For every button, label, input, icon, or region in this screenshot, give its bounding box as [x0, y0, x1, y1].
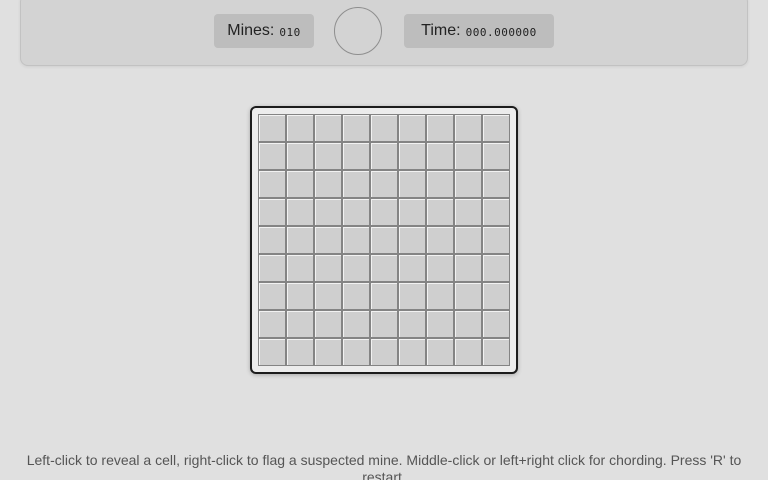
time-label: Time: — [421, 22, 461, 39]
board-cell[interactable] — [370, 338, 398, 366]
board-cell[interactable] — [398, 338, 426, 366]
board-cell[interactable] — [314, 114, 342, 142]
board-cell[interactable] — [314, 338, 342, 366]
reset-face-button[interactable] — [334, 7, 382, 55]
board-cell[interactable] — [426, 338, 454, 366]
board-cell[interactable] — [426, 282, 454, 310]
board-cell[interactable] — [454, 114, 482, 142]
mines-counter: Mines: 010 — [214, 14, 314, 48]
board-cell[interactable] — [454, 282, 482, 310]
board-cell[interactable] — [258, 142, 286, 170]
board-cell[interactable] — [342, 142, 370, 170]
board-cell[interactable] — [314, 254, 342, 282]
board-cell[interactable] — [398, 310, 426, 338]
board-cell[interactable] — [286, 198, 314, 226]
board-cell[interactable] — [342, 338, 370, 366]
board-cell[interactable] — [482, 198, 510, 226]
board-cell[interactable] — [342, 226, 370, 254]
board-cell[interactable] — [398, 198, 426, 226]
board-cell[interactable] — [482, 310, 510, 338]
time-counter: Time: 000.000000 — [404, 14, 554, 48]
board-cell[interactable] — [482, 114, 510, 142]
board-cell[interactable] — [370, 282, 398, 310]
board-cell[interactable] — [482, 282, 510, 310]
board-cell[interactable] — [342, 310, 370, 338]
board-cell[interactable] — [286, 282, 314, 310]
board-cell[interactable] — [482, 226, 510, 254]
board-cell[interactable] — [398, 282, 426, 310]
board-cell[interactable] — [370, 170, 398, 198]
board-cell[interactable] — [454, 170, 482, 198]
board-cell[interactable] — [258, 254, 286, 282]
board-cell[interactable] — [426, 114, 454, 142]
board-cell[interactable] — [314, 310, 342, 338]
board-cell[interactable] — [398, 142, 426, 170]
board-cell[interactable] — [426, 310, 454, 338]
board-cell[interactable] — [314, 282, 342, 310]
board-cell[interactable] — [286, 142, 314, 170]
game-board — [250, 106, 518, 374]
board-cell[interactable] — [314, 226, 342, 254]
board-cell[interactable] — [342, 170, 370, 198]
board-cell[interactable] — [258, 282, 286, 310]
board-cell[interactable] — [482, 338, 510, 366]
board-cell[interactable] — [286, 226, 314, 254]
board-cell[interactable] — [426, 226, 454, 254]
board-cell[interactable] — [454, 226, 482, 254]
board-cell[interactable] — [342, 282, 370, 310]
board-cell[interactable] — [258, 310, 286, 338]
board-cell[interactable] — [286, 310, 314, 338]
board-cell[interactable] — [454, 254, 482, 282]
board-cell[interactable] — [454, 198, 482, 226]
board-cell[interactable] — [258, 114, 286, 142]
board-cell[interactable] — [482, 170, 510, 198]
board-cell[interactable] — [454, 310, 482, 338]
board-cell[interactable] — [286, 254, 314, 282]
board-cell[interactable] — [398, 226, 426, 254]
minesweeper-page: Mines: 010 Time: 000.000000 Left-click t… — [0, 0, 768, 480]
board-cell[interactable] — [286, 114, 314, 142]
board-cell[interactable] — [342, 114, 370, 142]
board-cell[interactable] — [258, 338, 286, 366]
board-cell[interactable] — [454, 338, 482, 366]
board-cell[interactable] — [426, 142, 454, 170]
board-cell[interactable] — [314, 198, 342, 226]
board-cell[interactable] — [258, 198, 286, 226]
mines-label: Mines: — [227, 22, 275, 39]
instructions-text: Left-click to reveal a cell, right-click… — [26, 452, 742, 480]
board-cell[interactable] — [370, 226, 398, 254]
board-cell[interactable] — [370, 198, 398, 226]
board-cell[interactable] — [426, 170, 454, 198]
cell-grid — [258, 114, 510, 366]
board-cell[interactable] — [314, 170, 342, 198]
board-cell[interactable] — [286, 338, 314, 366]
mines-value: 010 — [279, 25, 301, 39]
board-cell[interactable] — [426, 198, 454, 226]
board-cell[interactable] — [342, 198, 370, 226]
board-cell[interactable] — [258, 226, 286, 254]
board-cell[interactable] — [370, 310, 398, 338]
board-cell[interactable] — [258, 170, 286, 198]
board-cell[interactable] — [482, 254, 510, 282]
board-cell[interactable] — [454, 142, 482, 170]
board-cell[interactable] — [286, 170, 314, 198]
board-cell[interactable] — [398, 254, 426, 282]
time-value: 000.000000 — [465, 25, 537, 39]
board-cell[interactable] — [342, 254, 370, 282]
board-cell[interactable] — [398, 114, 426, 142]
board-cell[interactable] — [370, 114, 398, 142]
board-cell[interactable] — [370, 142, 398, 170]
board-cell[interactable] — [426, 254, 454, 282]
status-bar: Mines: 010 Time: 000.000000 — [20, 0, 748, 66]
board-cell[interactable] — [314, 142, 342, 170]
board-cell[interactable] — [370, 254, 398, 282]
board-cell[interactable] — [482, 142, 510, 170]
board-cell[interactable] — [398, 170, 426, 198]
